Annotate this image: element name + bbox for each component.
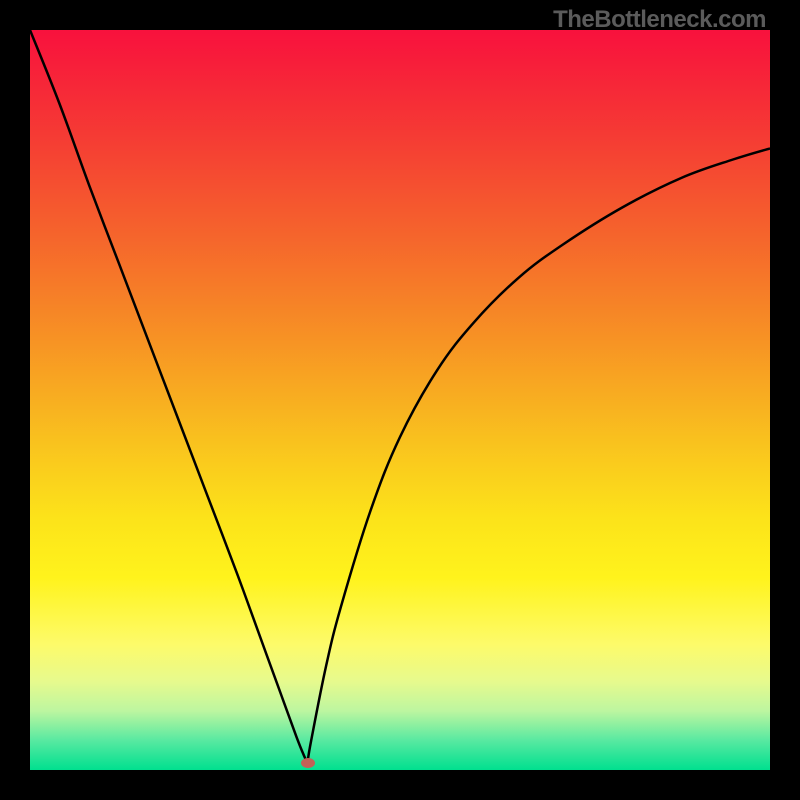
- minimum-marker: [301, 758, 315, 768]
- bottleneck-curve: [30, 30, 770, 770]
- plot-area: [30, 30, 770, 770]
- curve-left: [30, 30, 308, 763]
- curve-right: [308, 148, 771, 762]
- chart-container: TheBottleneck.com: [0, 0, 800, 800]
